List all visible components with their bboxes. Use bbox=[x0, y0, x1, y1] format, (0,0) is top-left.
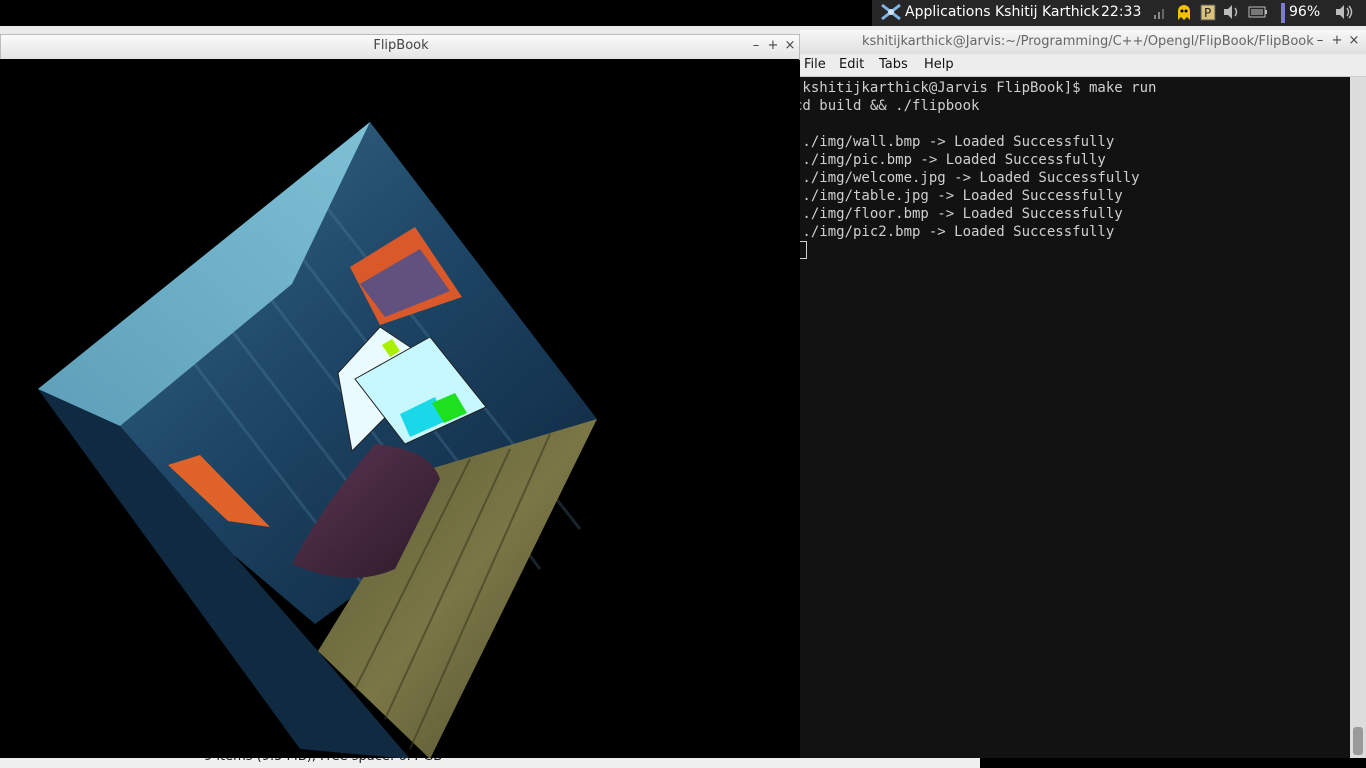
panel-tray: Applications Kshitij Karthick 22:33 P 96… bbox=[872, 0, 1366, 26]
pidgin-icon[interactable] bbox=[1175, 3, 1193, 25]
flipbook-titlebar[interactable]: FlipBook – + × bbox=[0, 34, 800, 60]
minimize-button[interactable]: – bbox=[1313, 33, 1327, 48]
text-cursor bbox=[800, 241, 807, 259]
terminal-line: ../img/welcome.jpg -> Loaded Successfull… bbox=[800, 170, 1140, 186]
flipbook-window[interactable]: FlipBook – + × bbox=[0, 34, 800, 758]
terminal-menubar: File Edit Tabs Help bbox=[800, 54, 1366, 77]
maximize-button[interactable]: + bbox=[766, 38, 780, 53]
speaker-icon[interactable] bbox=[1334, 4, 1354, 24]
clock[interactable]: 22:33 bbox=[1101, 4, 1141, 20]
menu-file[interactable]: File bbox=[804, 57, 826, 72]
terminal-output[interactable]: [kshitijkarthick@Jarvis FlipBook]$ make … bbox=[800, 77, 1348, 758]
maximize-button[interactable]: + bbox=[1330, 33, 1344, 48]
terminal-title: kshitijkarthick@Jarvis:~/Programming/C++… bbox=[862, 34, 1314, 49]
terminal-titlebar[interactable]: kshitijkarthick@Jarvis:~/Programming/C++… bbox=[800, 30, 1366, 54]
clipboard-icon[interactable]: P bbox=[1199, 3, 1217, 25]
terminal-line: [kshitijkarthick@Jarvis FlipBook]$ make … bbox=[800, 80, 1157, 96]
xfce-menu-icon[interactable] bbox=[880, 2, 902, 26]
window-title: FlipBook bbox=[373, 38, 429, 53]
minimize-button[interactable]: – bbox=[749, 38, 763, 53]
close-button[interactable]: × bbox=[1347, 33, 1361, 48]
close-button[interactable]: × bbox=[783, 38, 797, 53]
applications-menu[interactable]: Applications bbox=[905, 4, 991, 20]
signal-icon[interactable] bbox=[1153, 6, 1167, 24]
svg-text:P: P bbox=[1204, 6, 1211, 20]
terminal-window[interactable]: kshitijkarthick@Jarvis:~/Programming/C++… bbox=[800, 30, 1366, 758]
opengl-canvas[interactable] bbox=[0, 59, 799, 758]
volume-icon[interactable] bbox=[1222, 4, 1242, 24]
terminal-line: ../img/pic.bmp -> Loaded Successfully bbox=[800, 152, 1106, 168]
battery-percent: 96% bbox=[1289, 4, 1321, 20]
menu-edit[interactable]: Edit bbox=[839, 57, 864, 72]
scrollbar-thumb[interactable] bbox=[1353, 727, 1363, 755]
menu-help[interactable]: Help bbox=[924, 57, 954, 72]
menu-tabs[interactable]: Tabs bbox=[879, 57, 908, 72]
terminal-scrollbar[interactable] bbox=[1350, 77, 1366, 758]
room-scene bbox=[38, 122, 597, 758]
terminal-line: ../img/pic2.bmp -> Loaded Successfully bbox=[800, 224, 1115, 240]
user-name[interactable]: Kshitij Karthick bbox=[995, 4, 1099, 20]
battery-level-bar bbox=[1281, 3, 1285, 23]
battery-icon[interactable] bbox=[1248, 5, 1268, 23]
terminal-line: cd build && ./flipbook bbox=[800, 98, 980, 114]
terminal-line: ../img/wall.bmp -> Loaded Successfully bbox=[800, 134, 1115, 150]
terminal-line: ../img/table.jpg -> Loaded Successfully bbox=[800, 188, 1123, 204]
terminal-line: ../img/floor.bmp -> Loaded Successfully bbox=[800, 206, 1123, 222]
